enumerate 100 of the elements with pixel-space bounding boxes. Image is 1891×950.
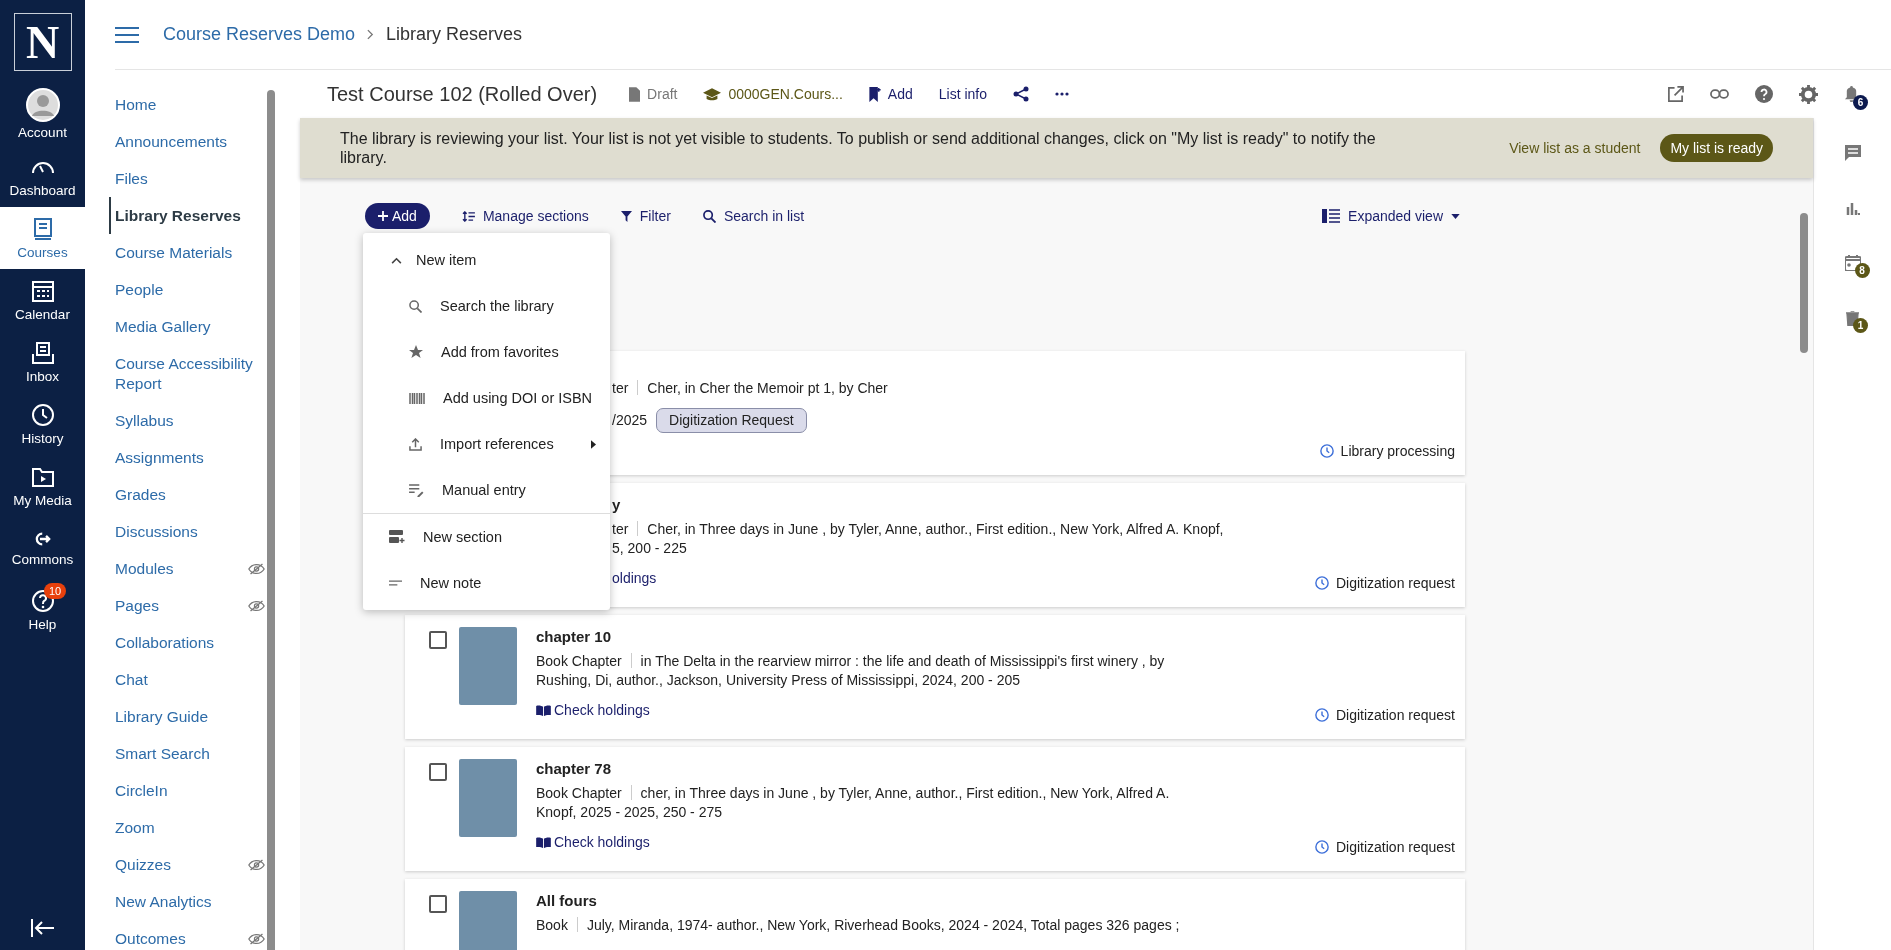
inbox-icon bbox=[29, 340, 56, 366]
course-nav-link[interactable]: Discussions bbox=[115, 513, 265, 550]
menu-item[interactable]: Add from favorites bbox=[363, 329, 610, 375]
scrollbar[interactable] bbox=[1800, 213, 1808, 353]
check-holdings-link[interactable]: oldings bbox=[612, 570, 657, 586]
chevron-icon bbox=[367, 29, 375, 40]
course-nav-link[interactable]: Zoom bbox=[115, 809, 265, 846]
more-icon[interactable] bbox=[1055, 92, 1069, 96]
citation-text: Book July, Miranda, 1974- author., New York, Riverhead Books, 2024 - 2024, Total pages 326 pages ; bbox=[536, 916, 1181, 935]
item-title: chapter 10 bbox=[536, 627, 613, 647]
global-nav-item[interactable]: My Media bbox=[0, 455, 85, 517]
status-label: Digitization request bbox=[1314, 839, 1455, 855]
course-nav-link[interactable]: New Analytics bbox=[115, 883, 265, 920]
my-list-ready-button[interactable]: My list is ready bbox=[1660, 134, 1773, 162]
submenu-arrow-icon bbox=[591, 439, 596, 449]
sort-icon bbox=[461, 210, 475, 222]
course-nav-link[interactable]: Chat bbox=[115, 661, 265, 698]
course-nav-link[interactable]: Smart Search bbox=[115, 735, 265, 772]
menu-item[interactable]: New section bbox=[363, 514, 610, 560]
collapse-icon[interactable] bbox=[29, 918, 56, 938]
clock-icon bbox=[1314, 708, 1329, 722]
open-book-icon bbox=[536, 836, 551, 848]
course-nav-link[interactable]: Library Reserves bbox=[109, 197, 265, 234]
course-nav-link[interactable]: Announcements bbox=[115, 123, 265, 160]
count-badge: 6 bbox=[1853, 94, 1868, 110]
menu-item[interactable]: Import references bbox=[363, 421, 610, 467]
global-nav-item[interactable]: Account bbox=[0, 83, 85, 145]
course-nav-link[interactable]: Quizzes bbox=[115, 846, 265, 883]
menu-item[interactable]: New note bbox=[363, 560, 610, 606]
clock-icon bbox=[1319, 444, 1334, 458]
logo[interactable]: N bbox=[13, 13, 72, 71]
clock-icon bbox=[29, 402, 56, 428]
settings-icon[interactable] bbox=[1799, 84, 1818, 104]
global-nav-item[interactable]: Courses bbox=[0, 207, 85, 269]
course-nav-link[interactable]: Collaborations bbox=[115, 624, 265, 661]
section-icon bbox=[389, 530, 405, 544]
add-button[interactable]: Add bbox=[365, 203, 430, 229]
course-nav-link[interactable]: Course Accessibility Report bbox=[115, 345, 265, 402]
bell-icon[interactable] bbox=[1844, 85, 1859, 103]
global-nav-item[interactable]: Help 10 bbox=[0, 579, 85, 641]
manage-sections-button[interactable]: Manage sections bbox=[461, 208, 589, 224]
course-nav-link[interactable]: Syllabus bbox=[115, 402, 265, 439]
course-nav-link[interactable]: Home bbox=[115, 86, 265, 123]
add-bookmark-button[interactable]: Add bbox=[868, 86, 913, 102]
checkbox[interactable] bbox=[429, 895, 447, 913]
menu-item[interactable]: Manual entry bbox=[363, 467, 610, 513]
global-nav-item[interactable]: Inbox bbox=[0, 331, 85, 393]
course-nav-link[interactable]: Media Gallery bbox=[115, 308, 265, 345]
link-icon[interactable] bbox=[1710, 89, 1729, 99]
external-link-icon[interactable] bbox=[1667, 85, 1684, 103]
course-nav-link[interactable]: Assignments bbox=[115, 439, 265, 476]
course-nav-link[interactable]: Course Materials bbox=[115, 234, 265, 271]
note-icon bbox=[389, 580, 402, 586]
view-as-student-link[interactable]: View list as a student bbox=[1509, 140, 1641, 156]
menu-item[interactable]: Add using DOI or ISBN bbox=[363, 375, 610, 421]
comment-icon[interactable] bbox=[1844, 145, 1861, 161]
scrollbar[interactable] bbox=[267, 90, 275, 950]
view-selector[interactable]: Expanded view bbox=[1322, 208, 1460, 224]
clock-icon bbox=[1314, 576, 1329, 590]
filter-button[interactable]: Filter bbox=[620, 208, 671, 224]
breadcrumb-link[interactable]: Course Reserves Demo bbox=[163, 24, 356, 45]
global-nav-item[interactable]: Calendar bbox=[0, 269, 85, 331]
checkbox[interactable] bbox=[429, 763, 447, 781]
check-holdings-link[interactable]: Check holdings bbox=[536, 834, 650, 850]
course-nav-link[interactable]: Pages bbox=[115, 587, 265, 624]
request-tag: Digitization Request bbox=[656, 408, 807, 433]
upload-icon bbox=[409, 437, 422, 451]
count-badge: 8 bbox=[1854, 263, 1870, 278]
course-nav-link[interactable]: Files bbox=[115, 160, 265, 197]
share-icon[interactable] bbox=[1013, 86, 1029, 102]
list-info-link[interactable]: List info bbox=[938, 86, 987, 102]
search-in-list-button[interactable]: Search in list bbox=[702, 208, 805, 224]
breadcrumb-link[interactable]: Library Reserves bbox=[386, 24, 523, 45]
item-title: All fours bbox=[536, 891, 598, 911]
avatar-icon bbox=[25, 88, 60, 122]
global-nav-item[interactable]: History bbox=[0, 393, 85, 455]
course-nav-link[interactable]: Library Guide bbox=[115, 698, 265, 735]
global-nav-item[interactable]: Commons bbox=[0, 517, 85, 579]
list-title: Test Course 102 (Rolled Over) bbox=[327, 82, 598, 106]
course-nav-link[interactable]: CircleIn bbox=[115, 772, 265, 809]
course-link[interactable]: 0000GEN.Cours... bbox=[703, 86, 843, 102]
trash-icon[interactable] bbox=[1846, 311, 1859, 326]
bar-chart-icon[interactable] bbox=[1845, 201, 1860, 215]
course-nav-link[interactable]: People bbox=[115, 271, 265, 308]
checkbox[interactable] bbox=[429, 631, 447, 649]
menu-icon[interactable] bbox=[115, 25, 139, 44]
course-nav-link[interactable]: Modules bbox=[115, 550, 265, 587]
calendar-icon[interactable] bbox=[1844, 255, 1861, 271]
status-label: Digitization request bbox=[1314, 575, 1455, 591]
course-nav-link[interactable]: Outcomes bbox=[115, 920, 265, 950]
calendar-icon bbox=[29, 278, 56, 304]
menu-item[interactable]: Search the library bbox=[363, 283, 610, 329]
help-icon[interactable] bbox=[1755, 85, 1773, 103]
course-nav-link[interactable]: Grades bbox=[115, 476, 265, 513]
date-text: /2025 bbox=[612, 411, 648, 430]
clock-icon bbox=[1314, 840, 1329, 854]
menu-item[interactable]: New item bbox=[363, 237, 610, 283]
search-icon bbox=[409, 299, 422, 313]
check-holdings-link[interactable]: Check holdings bbox=[536, 702, 650, 718]
global-nav-item[interactable]: Dashboard bbox=[0, 145, 85, 207]
